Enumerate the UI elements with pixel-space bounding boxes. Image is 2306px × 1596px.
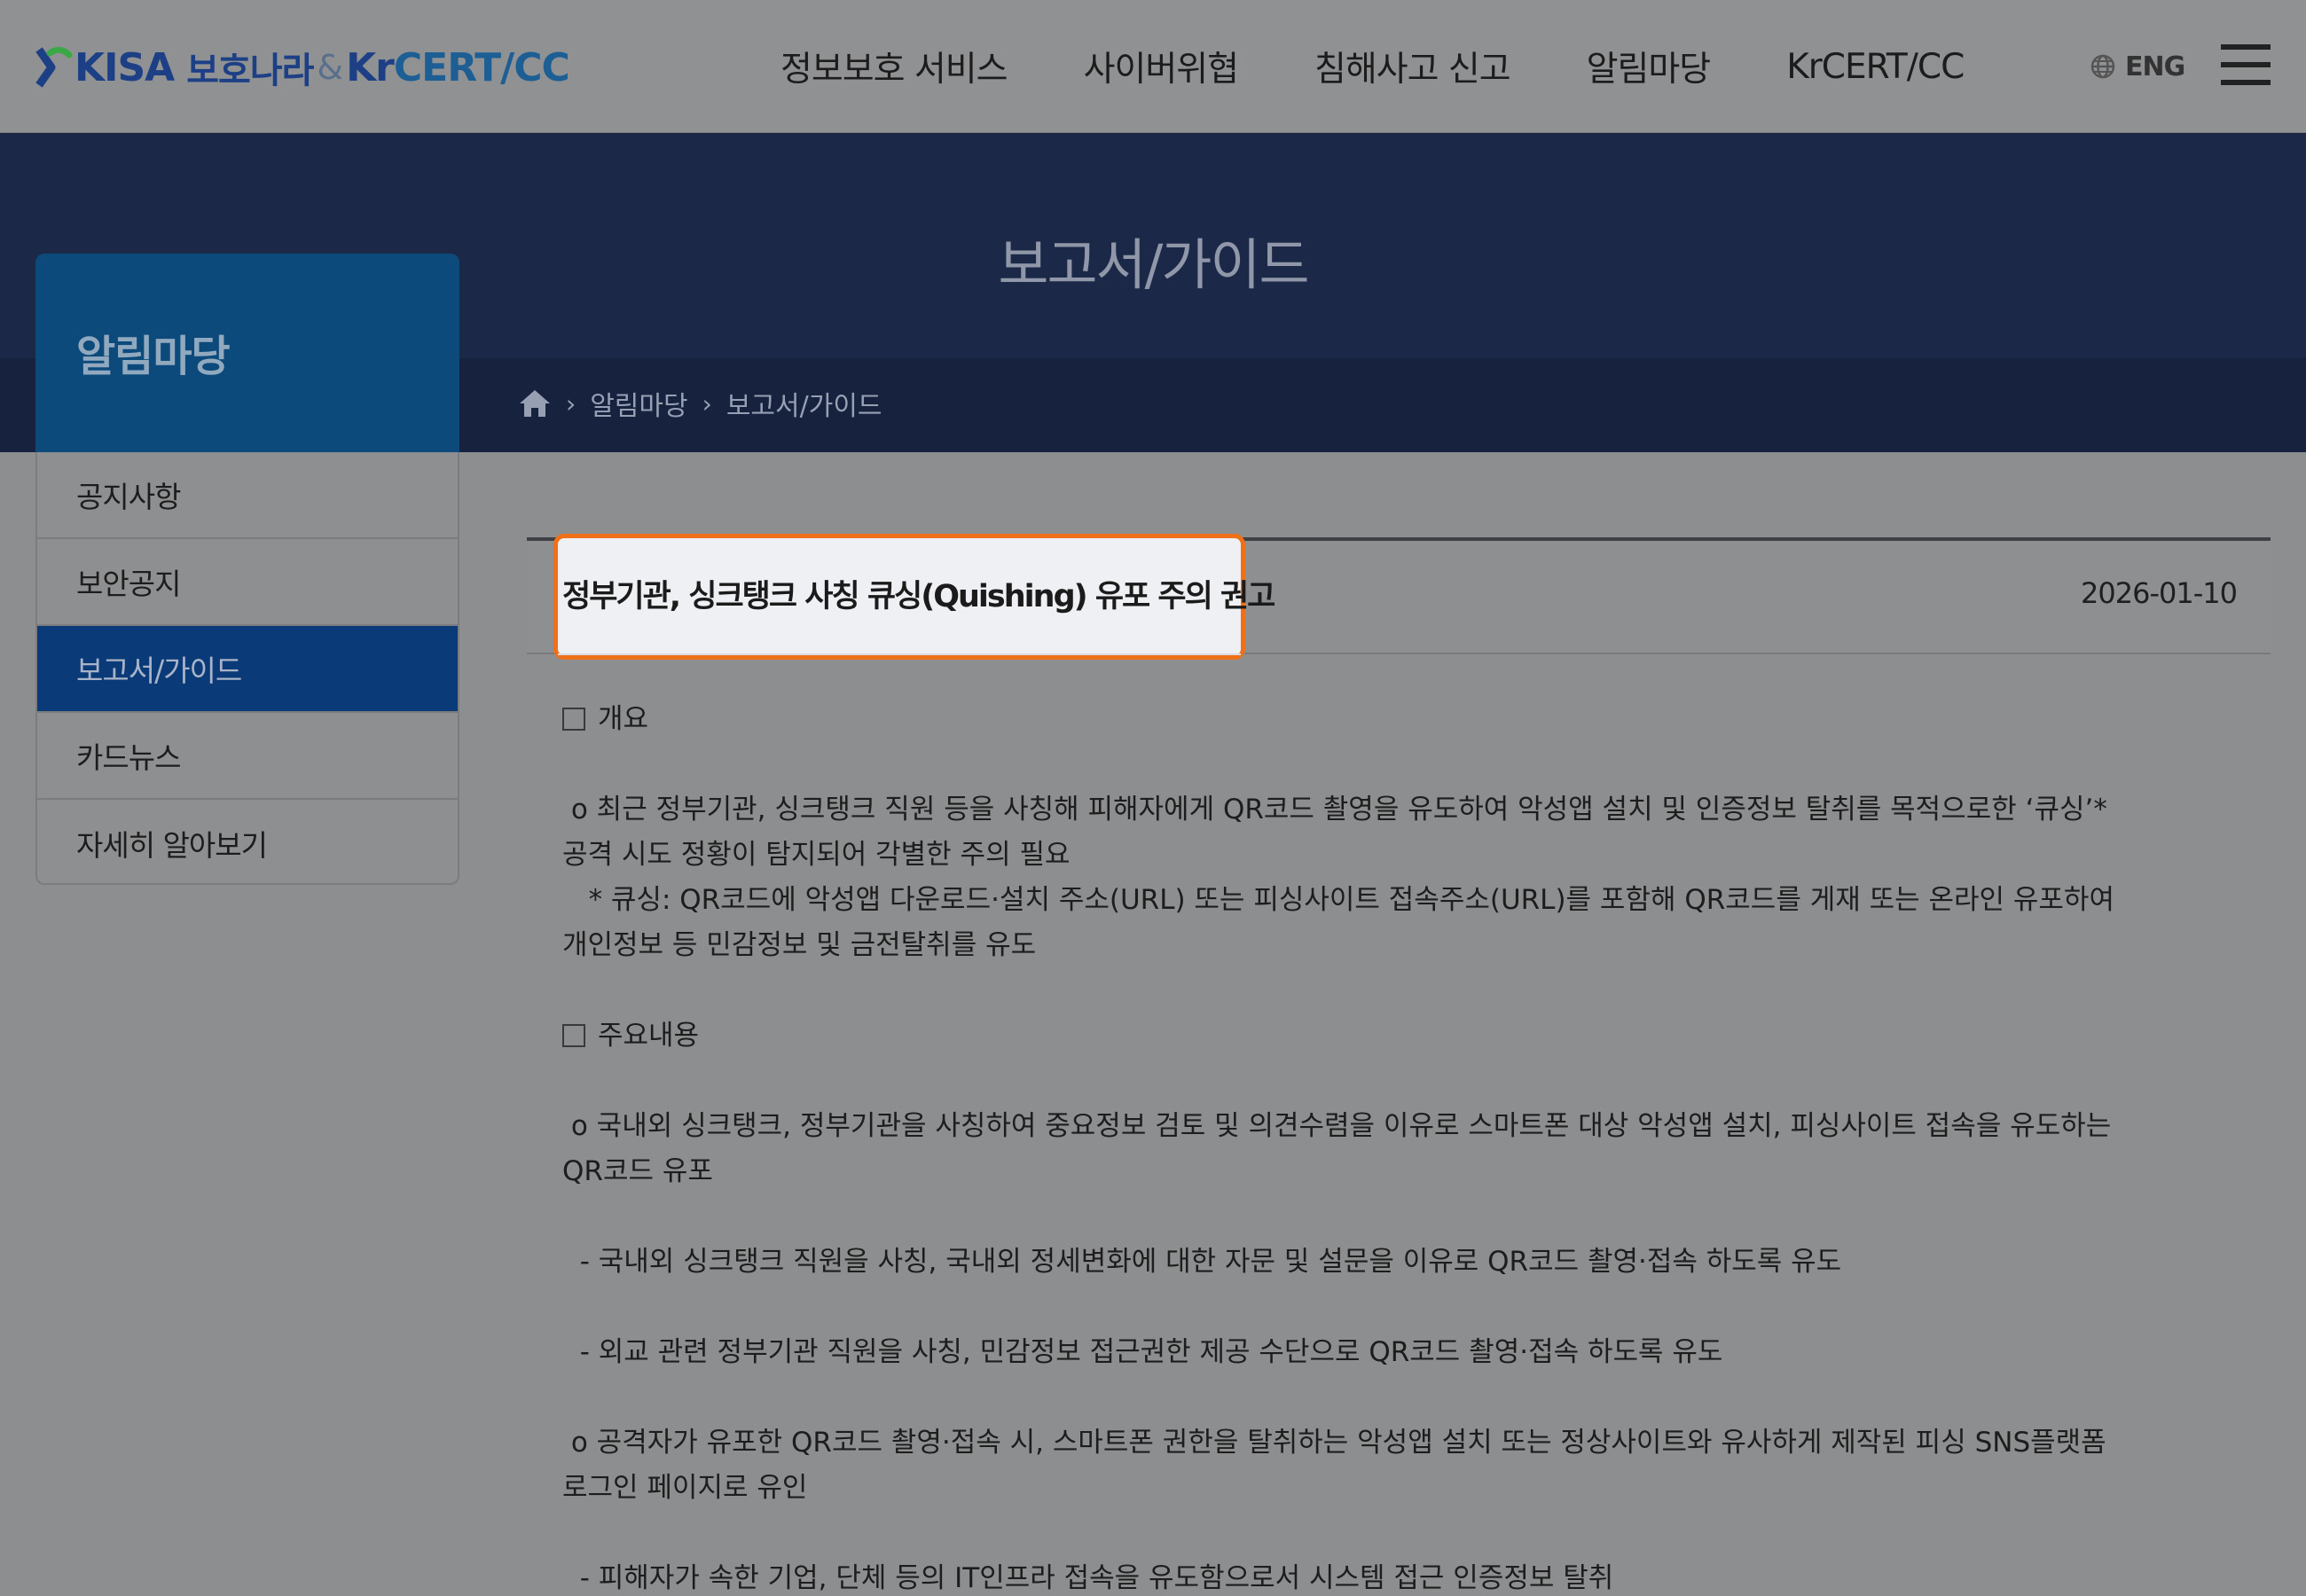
kisa-logo-mark-icon (35, 44, 73, 90)
language-switch[interactable]: ENG (2090, 48, 2185, 85)
article-paragraph: - 외교 관련 정부기관 직원을 사칭, 민감정보 접근권한 제공 수단으로 Q… (562, 1336, 1723, 1368)
logo-kisa-text: KISA (75, 44, 175, 90)
sidebar-item-learn-more[interactable]: 자세히 알아보기 (37, 800, 458, 887)
breadcrumb: › 알림마당 › 보고서/가이드 (518, 381, 882, 426)
sidebar-title: 알림마당 (76, 332, 231, 381)
section-heading-overview: 개요 (562, 697, 2230, 742)
language-label: ENG (2125, 51, 2185, 82)
article-paragraph: o 공격자가 유포한 QR코드 촬영·접속 시, 스마트폰 권한을 탈취하는 악… (562, 1427, 2106, 1504)
checkbox-square-icon (562, 1024, 585, 1047)
sidebar-item-card-news[interactable]: 카드뉴스 (37, 713, 458, 800)
nav-item-cyber-threats[interactable]: 사이버위협 (1084, 42, 1239, 91)
main-nav: 정보보호 서비스 사이버위협 침해사고 신고 알림마당 KrCERT/CC (780, 35, 2040, 98)
site-header: KISA 보호나라 & Kr CERT/CC 정보보호 서비스 사이버위협 침해… (0, 0, 2306, 133)
chevron-right-icon: › (566, 388, 576, 419)
sidebar-item-announcements[interactable]: 공지사항 (37, 452, 458, 539)
article-title: 정부기관, 싱크탱크 사칭 큐싱(Quishing) 유포 주의 권고 (562, 579, 1275, 614)
article-date: 2026-01-10 (2081, 576, 2238, 610)
hamburger-line (2221, 44, 2271, 50)
article-paragraph: * 큐싱: QR코드에 악성앱 다운로드·설치 주소(URL) 또는 피싱사이트… (562, 884, 2114, 961)
hamburger-menu-button[interactable] (2221, 44, 2271, 85)
chevron-right-icon: › (702, 388, 712, 419)
article-paragraph: - 피해자가 속한 기업, 단체 등의 IT인프라 접속을 유도함으로서 시스템… (562, 1562, 1614, 1594)
nav-item-incident-report[interactable]: 침해사고 신고 (1314, 42, 1511, 91)
checkbox-square-icon (562, 708, 585, 731)
site-logo[interactable]: KISA 보호나라 & Kr CERT/CC (35, 41, 570, 94)
article-paragraph: o 국내외 싱크탱크, 정부기관을 사칭하여 중요정보 검토 및 의견수렴을 이… (562, 1110, 2112, 1187)
article-paragraph: - 국내외 싱크탱크 직원을 사칭, 국내외 정세변화에 대한 자문 및 설문을… (562, 1246, 1842, 1278)
sidebar-menu: 공지사항 보안공지 보고서/가이드 카드뉴스 자세히 알아보기 (35, 452, 459, 885)
logo-cert-text: CERT/CC (393, 44, 570, 90)
sidebar-item-reports-guides[interactable]: 보고서/가이드 (37, 626, 458, 713)
section-heading-text: 주요내용 (598, 1020, 700, 1052)
article-body: 개요 o 최근 정부기관, 싱크탱크 직원 등을 사칭해 피해자에게 QR코드 … (562, 697, 2230, 1596)
breadcrumb-item-reports[interactable]: 보고서/가이드 (726, 384, 882, 423)
hamburger-line (2221, 62, 2271, 67)
hamburger-line (2221, 80, 2271, 85)
nav-item-security-services[interactable]: 정보보호 서비스 (780, 42, 1008, 91)
nav-item-krcert[interactable]: KrCERT/CC (1786, 47, 1965, 87)
logo-bohonara-text: 보호나라 (186, 51, 314, 91)
sidebar-item-security-notices[interactable]: 보안공지 (37, 539, 458, 626)
home-icon[interactable] (518, 388, 552, 419)
breadcrumb-item-notices[interactable]: 알림마당 (590, 384, 687, 423)
logo-amp-text: & (317, 48, 343, 87)
globe-icon (2090, 54, 2115, 79)
section-heading-main-content: 주요내용 (562, 1013, 2230, 1059)
nav-item-notices[interactable]: 알림마당 (1587, 42, 1712, 91)
article-paragraph: o 최근 정부기관, 싱크탱크 직원 등을 사칭해 피해자에게 QR코드 촬영을… (562, 794, 2107, 871)
section-heading-text: 개요 (598, 703, 649, 735)
logo-kr-text: Kr (346, 44, 395, 90)
